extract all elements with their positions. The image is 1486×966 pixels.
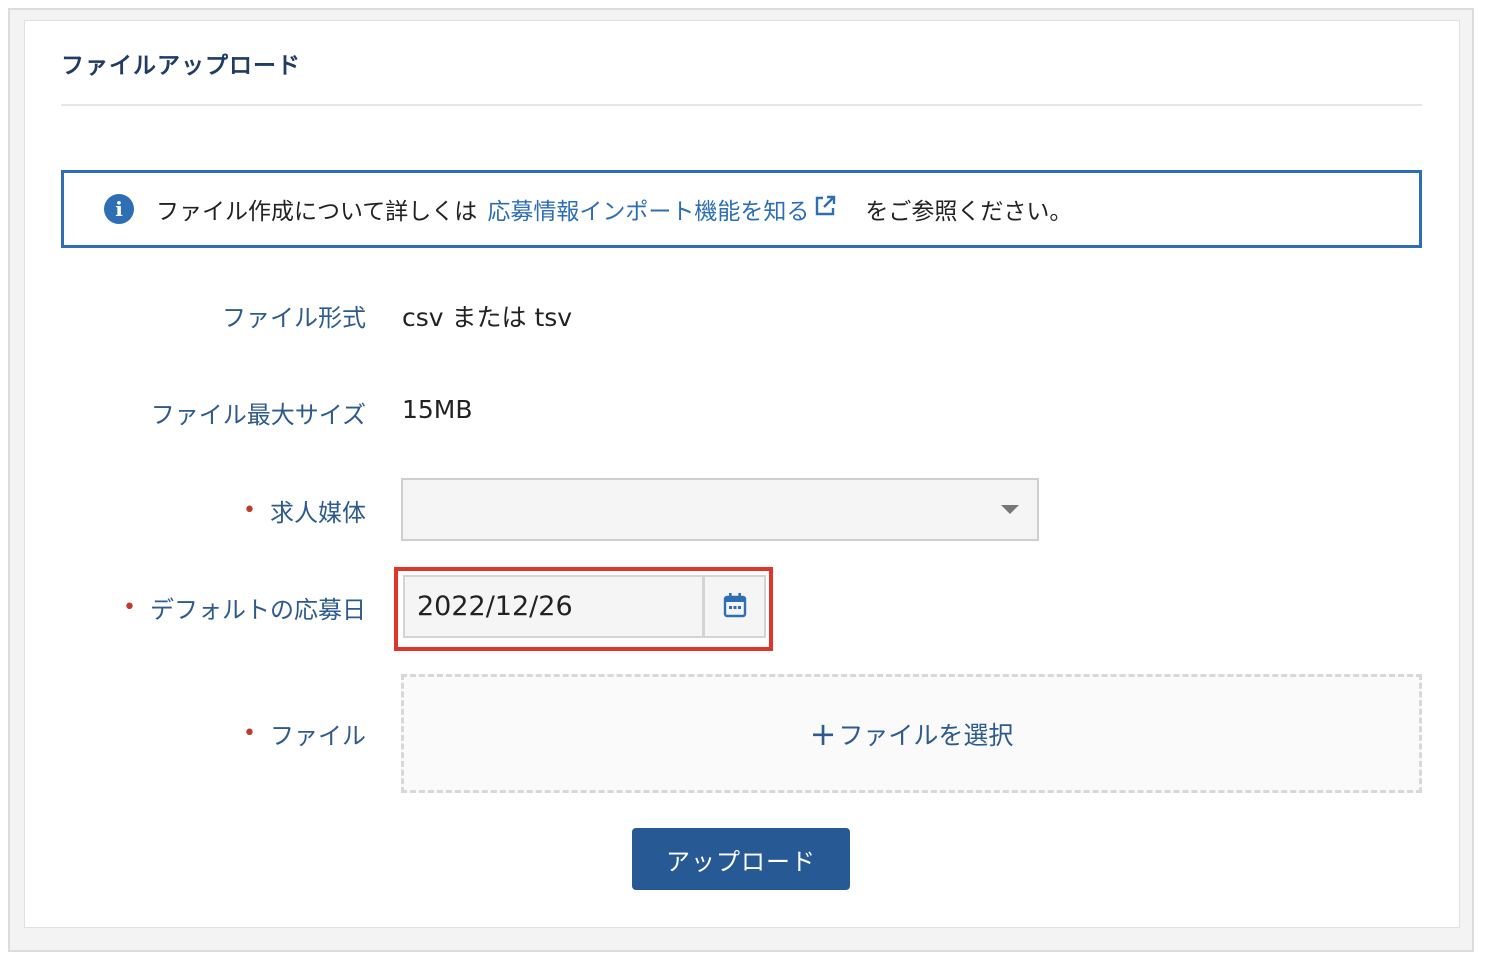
- info-icon: i: [104, 194, 134, 224]
- maxsize-label-text: ファイル最大サイズ: [150, 401, 366, 429]
- date-input[interactable]: 2022/12/26: [403, 575, 704, 638]
- date-label-text: デフォルトの応募日: [150, 596, 366, 624]
- external-link-icon[interactable]: [813, 194, 837, 224]
- calendar-button[interactable]: [703, 575, 766, 638]
- file-label-text: ファイル: [270, 722, 366, 750]
- maxsize-value: 15MB: [402, 395, 473, 424]
- format-value: csv または tsv: [402, 303, 573, 332]
- file-label: • ファイル: [243, 716, 366, 751]
- required-mark: •: [123, 595, 136, 620]
- maxsize-label: ファイル最大サイズ: [151, 395, 366, 430]
- media-label-text: 求人媒体: [270, 499, 366, 527]
- media-label: • 求人媒体: [243, 493, 366, 528]
- plus-icon: +: [809, 714, 837, 753]
- page-title: ファイルアップロード: [61, 53, 301, 79]
- format-label: ファイル形式: [222, 298, 366, 333]
- info-import-link[interactable]: 応募情報インポート機能を知る: [487, 192, 809, 226]
- date-label: • デフォルトの応募日: [123, 590, 366, 625]
- info-banner: i ファイル作成について詳しくは 応募情報インポート機能を知る をご参照ください…: [61, 170, 1422, 248]
- file-dropzone[interactable]: + ファイルを選択: [401, 674, 1422, 793]
- select-file-text: ファイルを選択: [838, 720, 1014, 750]
- info-suffix-text: をご参照ください。: [865, 199, 1073, 225]
- format-label-text: ファイル形式: [222, 304, 366, 332]
- required-mark: •: [243, 498, 256, 523]
- info-prefix-text: ファイル作成について詳しくは: [156, 199, 478, 225]
- required-mark: •: [243, 721, 256, 746]
- chevron-down-icon: [1001, 505, 1019, 514]
- title-divider: [61, 104, 1422, 106]
- calendar-icon: [723, 592, 747, 622]
- media-select[interactable]: [401, 478, 1039, 541]
- upload-button[interactable]: アップロード: [632, 828, 850, 890]
